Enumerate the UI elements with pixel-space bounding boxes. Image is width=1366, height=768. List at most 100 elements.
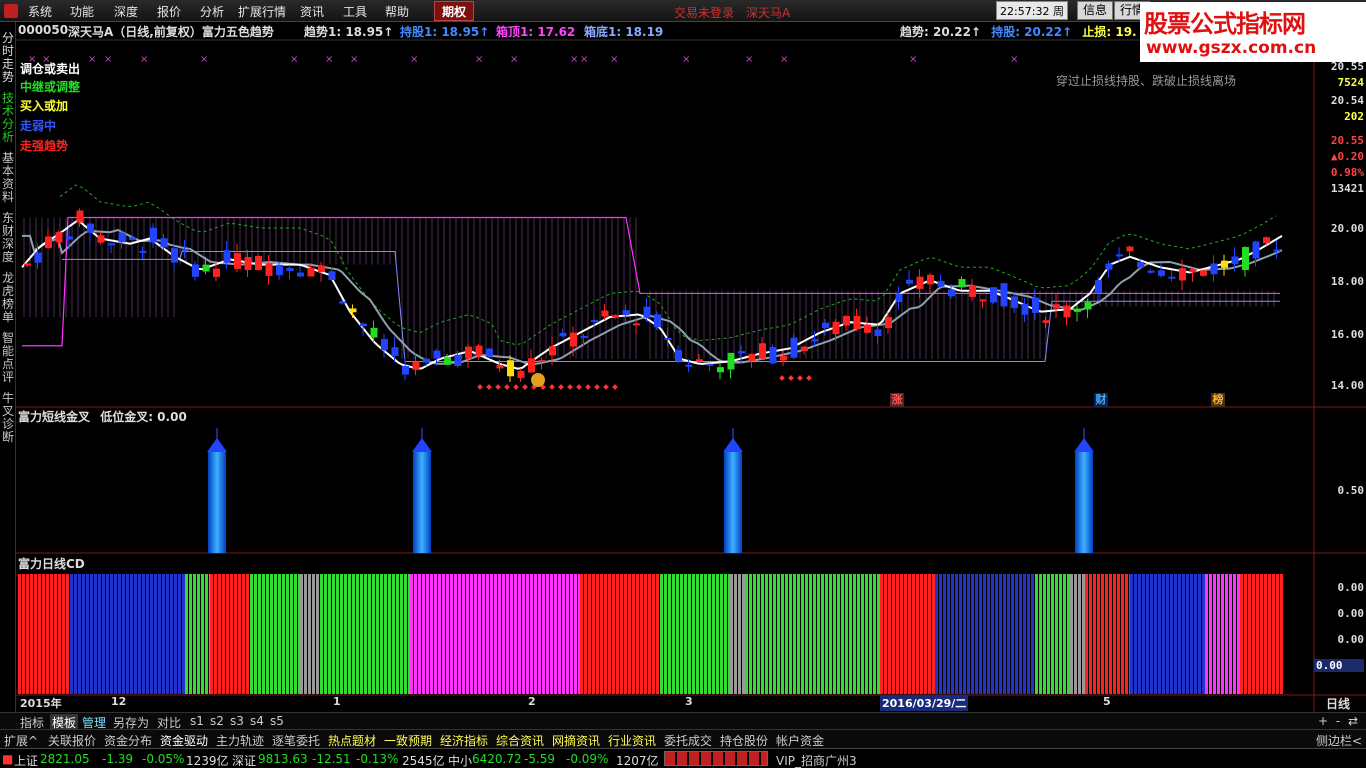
kline-chart-area[interactable]: ×××××××××××××××××××××× xyxy=(0,0,1366,712)
candle-body xyxy=(654,314,661,328)
daily-cd-stripe xyxy=(270,574,273,694)
box-top-value: 箱顶1: 17.62 xyxy=(496,25,576,39)
candle-body xyxy=(496,364,504,369)
daily-cd-stripe xyxy=(42,574,45,694)
tab-s1[interactable]: s1 xyxy=(190,714,204,728)
candle-body xyxy=(297,272,304,277)
tab-s3[interactable]: s3 xyxy=(230,714,244,728)
daily-cd-stripe xyxy=(1082,574,1085,694)
zoom-controls[interactable]: + - ⇄ xyxy=(1318,714,1360,728)
golden-cross-arrow-icon xyxy=(412,438,432,452)
daily-cd-stripe xyxy=(995,574,998,694)
buy-diamond-mark xyxy=(603,384,609,390)
period-label[interactable]: 日线 xyxy=(1326,695,1350,712)
candle-body xyxy=(885,317,892,329)
daily-cd-stripe xyxy=(1138,574,1141,694)
daily-cd-stripe xyxy=(46,574,49,694)
event-limit-up-icon[interactable]: 涨 xyxy=(890,393,904,407)
candle-body xyxy=(990,287,997,303)
daily-cd-stripe xyxy=(700,574,703,694)
daily-cd-stripe xyxy=(912,574,915,694)
y-label-price-2: 20.54 xyxy=(1330,94,1364,107)
daily-cd-stripe xyxy=(86,574,89,694)
zx-label[interactable]: 中小 xyxy=(448,752,472,768)
candle-body xyxy=(864,324,871,333)
candle-body xyxy=(633,323,640,326)
daily-cd-stripe xyxy=(162,574,165,694)
daily-cd-stripe xyxy=(446,574,449,694)
daily-cd-stripe xyxy=(1134,574,1137,694)
daily-cd-stripe xyxy=(410,574,413,694)
candle-body xyxy=(769,347,777,364)
sidebar-toggle[interactable]: 侧边栏< xyxy=(1316,732,1362,749)
daily-cd-stripe xyxy=(166,574,169,694)
daily-cd-stripe xyxy=(896,574,899,694)
daily-cd-stripe xyxy=(620,574,623,694)
daily-cd-stripe xyxy=(1166,574,1169,694)
daily-cd-stripe xyxy=(624,574,627,694)
daily-cd-stripe xyxy=(414,574,417,694)
indicator-tab-bar: 指标 模板 管理 另存为 对比 s1 s2 s3 s4 s5 + - ⇄ xyxy=(0,712,1366,731)
daily-cd-stripe xyxy=(226,574,229,694)
daily-cd-stripe xyxy=(720,574,723,694)
daily-cd-stripe xyxy=(518,574,521,694)
tab-s5[interactable]: s5 xyxy=(270,714,284,728)
watermark: 股票公式指标网 www.gszx.com.cn xyxy=(1140,2,1366,62)
tab-s4[interactable]: s4 xyxy=(250,714,264,728)
func-fund-driver[interactable]: 资金驱动 xyxy=(160,732,208,749)
daily-cd-stripe xyxy=(1097,574,1100,694)
func-consensus[interactable]: 一致预期 xyxy=(384,732,432,749)
candle-body xyxy=(685,364,693,367)
daily-cd-stripe xyxy=(1105,574,1108,694)
daily-cd-stripe xyxy=(193,574,196,694)
func-industry-news[interactable]: 行业资讯 xyxy=(608,732,656,749)
daily-cd-stripe xyxy=(1260,574,1263,694)
func-order-detail[interactable]: 逐笔委托 xyxy=(272,732,320,749)
func-general-news[interactable]: 综合资讯 xyxy=(496,732,544,749)
y-label-last-price: 20.55 xyxy=(1330,134,1364,147)
candle-body xyxy=(423,358,430,363)
signal-x-mark: × xyxy=(200,54,208,65)
right-hold-value: 持股: 20.22↑ xyxy=(991,25,1073,39)
daily-cd-stripe xyxy=(98,574,101,694)
daily-cd-stripe xyxy=(372,574,375,694)
daily-cd-stripe xyxy=(749,574,752,694)
panel3-y-label-3: 0.00 xyxy=(1337,633,1365,646)
func-related-quote[interactable]: 关联报价 xyxy=(48,732,96,749)
candle-body xyxy=(192,264,199,277)
func-account-funds[interactable]: 帐户资金 xyxy=(776,732,824,749)
func-expand[interactable]: 扩展^ xyxy=(4,732,38,749)
daily-cd-stripe xyxy=(704,574,707,694)
func-economic-indicators[interactable]: 经济指标 xyxy=(440,732,488,749)
sh-label[interactable]: 上证 xyxy=(14,752,38,768)
event-board-icon[interactable]: 榜 xyxy=(1211,393,1225,407)
func-holdings[interactable]: 持仓股份 xyxy=(720,732,768,749)
func-orders[interactable]: 委托成交 xyxy=(664,732,712,749)
daily-cd-stripe xyxy=(218,574,221,694)
daily-cd-stripe xyxy=(234,574,237,694)
daily-cd-stripe xyxy=(801,574,804,694)
sz-label[interactable]: 深证 xyxy=(232,752,256,768)
candle-body xyxy=(1042,320,1050,323)
daily-cd-stripe xyxy=(592,574,595,694)
candle-body xyxy=(34,252,42,263)
signal-x-mark: × xyxy=(88,54,96,65)
tab-s2[interactable]: s2 xyxy=(210,714,224,728)
signal-x-mark: × xyxy=(570,54,578,65)
daily-cd-stripe xyxy=(22,574,25,694)
vip-server[interactable]: VIP_招商广州3 xyxy=(776,752,857,768)
daily-cd-stripe xyxy=(1031,574,1034,694)
func-fund-distribution[interactable]: 资金分布 xyxy=(104,732,152,749)
y-tick-20: 20.00 xyxy=(1330,222,1364,235)
candle-body xyxy=(958,279,966,288)
signal-x-mark: × xyxy=(325,54,333,65)
candle-body xyxy=(843,316,850,326)
event-finance-icon[interactable]: 财 xyxy=(1094,393,1108,407)
func-hot-topics[interactable]: 热点题材 xyxy=(328,732,376,749)
daily-cd-stripe xyxy=(1055,574,1058,694)
func-main-track[interactable]: 主力轨迹 xyxy=(216,732,264,749)
daily-cd-stripe xyxy=(696,574,699,694)
func-web-news[interactable]: 网摘资讯 xyxy=(552,732,600,749)
daily-cd-stripe xyxy=(34,574,37,694)
candle-body xyxy=(1158,270,1165,276)
